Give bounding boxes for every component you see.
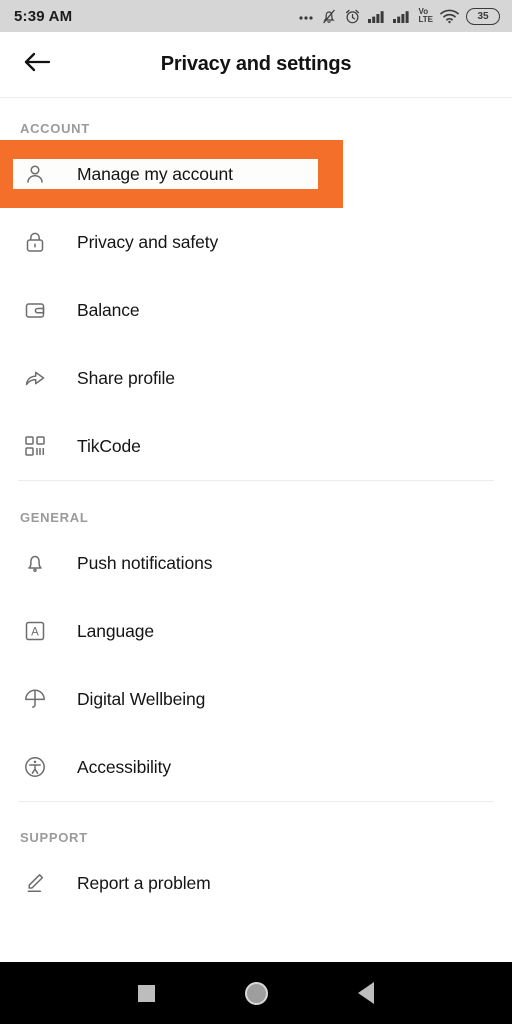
pencil-icon: [20, 868, 50, 898]
signal-bars-icon: [393, 9, 411, 24]
recents-button[interactable]: [91, 962, 201, 1024]
bell-icon: [20, 548, 50, 578]
battery-level-text: 35: [477, 10, 489, 22]
settings-item-share-profile[interactable]: Share profile: [0, 344, 512, 412]
settings-item-tikcode[interactable]: TikCode: [0, 412, 512, 480]
circle-icon: [244, 981, 268, 1005]
settings-item-push-notifications[interactable]: Push notifications: [0, 529, 512, 597]
wallet-icon: [20, 295, 50, 325]
section-divider: [18, 801, 494, 802]
signal-bars-icon: [368, 9, 386, 24]
battery-icon: 35: [466, 7, 500, 25]
settings-item-digital-wellbeing[interactable]: Digital Wellbeing: [0, 665, 512, 733]
section-header-account: ACCOUNT: [20, 120, 90, 136]
umbrella-icon: [20, 684, 50, 714]
section-divider: [18, 480, 494, 481]
settings-item-accessibility[interactable]: Accessibility: [0, 733, 512, 801]
android-navigation-bar: [0, 962, 512, 1024]
arrow-left-icon: [23, 50, 51, 79]
share-arrow-icon: [20, 363, 50, 393]
status-bar-icons: Vo LTE 35: [298, 7, 500, 25]
lock-icon: [20, 227, 50, 257]
settings-item-label: Privacy and safety: [77, 231, 219, 252]
settings-item-manage-my-account[interactable]: Manage my account: [13, 159, 318, 189]
settings-list: ACCOUNT Manage my account Privacy and sa…: [0, 116, 512, 917]
manage-my-account-row-wrapper: Manage my account: [0, 140, 512, 208]
qr-code-icon: [20, 431, 50, 461]
settings-item-label: Report a problem: [77, 872, 211, 893]
settings-item-label: Language: [77, 620, 155, 641]
home-button[interactable]: [201, 962, 311, 1024]
page-title: Privacy and settings: [160, 53, 352, 75]
back-button[interactable]: [18, 46, 56, 84]
alarm-clock-icon: [344, 8, 361, 25]
person-icon: [20, 159, 50, 189]
settings-item-report-a-problem[interactable]: Report a problem: [0, 849, 512, 917]
notification-muted-icon: [321, 8, 337, 25]
settings-item-label: Manage my account: [77, 163, 233, 184]
section-header-general: GENERAL: [20, 509, 89, 525]
volte-bottom-text: LTE: [418, 15, 433, 24]
settings-item-label: Share profile: [77, 367, 175, 388]
app-header: Privacy and settings: [0, 32, 512, 98]
more-dots-icon: [298, 9, 314, 23]
volte-icon: Vo LTE: [418, 8, 433, 24]
language-a-icon: A: [20, 616, 50, 646]
square-icon: [137, 984, 155, 1002]
settings-item-privacy-and-safety[interactable]: Privacy and safety: [0, 208, 512, 276]
settings-item-label: Push notifications: [77, 552, 213, 573]
status-bar: 5:39 AM Vo LTE 35: [0, 0, 512, 32]
svg-text:A: A: [31, 627, 39, 639]
accessibility-icon: [20, 752, 50, 782]
back-button-nav[interactable]: [311, 962, 421, 1024]
settings-item-label: TikCode: [77, 435, 141, 456]
settings-item-label: Digital Wellbeing: [77, 688, 206, 709]
triangle-back-icon: [358, 982, 374, 1004]
settings-item-label: Balance: [77, 299, 140, 320]
status-bar-time: 5:39 AM: [14, 7, 73, 25]
section-header-support: SUPPORT: [20, 829, 88, 845]
settings-item-balance[interactable]: Balance: [0, 276, 512, 344]
settings-item-label: Accessibility: [77, 756, 172, 777]
wifi-icon: [440, 9, 459, 24]
settings-item-language[interactable]: A Language: [0, 597, 512, 665]
